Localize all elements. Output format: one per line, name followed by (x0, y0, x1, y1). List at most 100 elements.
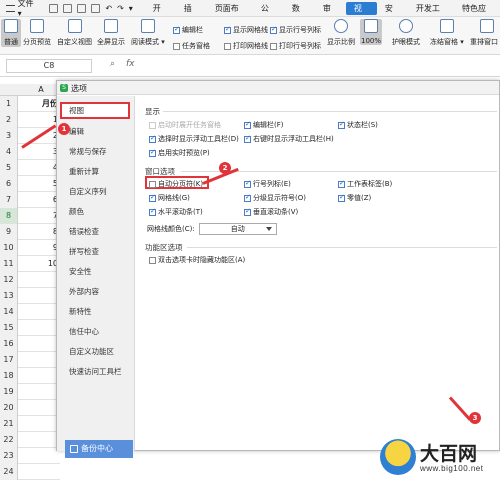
undo-icon[interactable]: ↶ (105, 4, 112, 13)
fullscreen-button[interactable]: 全屏显示 (97, 19, 125, 47)
row-number[interactable]: 20 (0, 400, 18, 416)
table-row[interactable]: 11 10 (0, 256, 60, 272)
custom-view-button[interactable]: 自定义视图 (57, 19, 92, 47)
category-color[interactable]: 颜色 (69, 206, 84, 217)
cell-a[interactable]: 10 (22, 256, 58, 272)
option-auto-page-break[interactable]: 自动分页符(K) (149, 179, 203, 189)
zoom-100-button[interactable]: 100% (360, 19, 382, 45)
tab-features[interactable]: 特色应用 (454, 0, 500, 30)
row-number[interactable]: 5 (0, 160, 18, 176)
option-selection-floating-toolbar[interactable]: 选择时显示浮动工具栏(D) (149, 134, 239, 144)
row-number[interactable]: 11 (0, 256, 18, 272)
print-headers-check[interactable]: 打印行号列标 (270, 41, 321, 51)
option-outline-symbols[interactable]: 分级显示符号(O) (244, 193, 306, 203)
backup-center-button[interactable]: 备份中心 (65, 440, 133, 458)
table-row[interactable]: 20 (0, 400, 60, 416)
category-spell-check[interactable]: 拼写检查 (69, 246, 99, 257)
row-number[interactable]: 23 (0, 448, 18, 464)
option-horizontal-scrollbar[interactable]: 水平滚动条(T) (149, 207, 203, 217)
formula-bar-check[interactable]: 编辑栏 (173, 25, 203, 35)
task-pane-check[interactable]: 任务窗格 (173, 41, 210, 51)
table-row[interactable]: 1 月份 (0, 96, 60, 112)
table-row[interactable]: 23 (0, 448, 60, 464)
preview-icon[interactable] (91, 3, 101, 13)
cell-a[interactable]: 月份 (22, 96, 58, 112)
tab-formulas[interactable]: 公式 (253, 0, 284, 30)
row-number[interactable]: 14 (0, 304, 18, 320)
category-new-features[interactable]: 新特性 (69, 306, 92, 317)
row-number[interactable]: 8 (0, 208, 18, 224)
table-row[interactable]: 15 (0, 320, 60, 336)
print-icon[interactable] (77, 3, 87, 13)
tab-review[interactable]: 审阅 (315, 0, 346, 30)
row-number[interactable]: 12 (0, 272, 18, 288)
cell-a[interactable]: 3 (22, 144, 58, 160)
option-hide-ribbon-double-click[interactable]: 双击选项卡时隐藏功能区(A) (149, 255, 245, 265)
table-row[interactable]: 19 (0, 384, 60, 400)
category-custom-lists[interactable]: 自定义序列 (69, 186, 107, 197)
table-row[interactable]: 18 (0, 368, 60, 384)
row-number[interactable]: 4 (0, 144, 18, 160)
tab-view[interactable]: 视图 (345, 1, 377, 26)
table-row[interactable]: 109 (0, 240, 60, 256)
redo-icon[interactable]: ↷ (117, 4, 124, 13)
gridline-color-select[interactable]: 自动 (198, 223, 277, 235)
eye-protection-button[interactable]: 护眼模式 (392, 19, 420, 47)
cell-a[interactable]: 7 (22, 208, 58, 224)
category-security[interactable]: 安全性 (69, 266, 92, 277)
tab-developer[interactable]: 开发工具 (408, 0, 454, 30)
table-row[interactable]: 43 (0, 144, 60, 160)
cell-a[interactable]: 8 (22, 224, 58, 240)
print-gridlines-check[interactable]: 打印网格线 (224, 41, 268, 51)
tab-insert[interactable]: 插入 (176, 0, 207, 30)
table-row[interactable]: 98 (0, 224, 60, 240)
table-row[interactable]: 54 (0, 160, 60, 176)
row-number[interactable]: 9 (0, 224, 18, 240)
table-row[interactable]: 14 (0, 304, 60, 320)
tab-data[interactable]: 数据 (284, 0, 315, 30)
table-row[interactable]: 12 (0, 272, 60, 288)
table-row[interactable]: 21 (0, 416, 60, 432)
table-row[interactable]: 24 (0, 464, 60, 480)
table-row[interactable]: 16 (0, 336, 60, 352)
row-number[interactable]: 17 (0, 352, 18, 368)
option-row-col-headers[interactable]: 行号列标(E) (244, 179, 291, 189)
category-recalculate[interactable]: 重新计算 (69, 166, 99, 177)
more-icon[interactable]: ▾ (129, 4, 133, 13)
row-number[interactable]: 2 (0, 112, 18, 128)
option-vertical-scrollbar[interactable]: 垂直滚动条(V) (244, 207, 298, 217)
category-error-checking[interactable]: 错误检查 (69, 226, 99, 237)
table-row[interactable]: 17 (0, 352, 60, 368)
page-break-preview-button[interactable]: 分页预览 (23, 19, 51, 47)
file-menu[interactable]: 文件 ▾ (0, 0, 45, 18)
option-zero-values[interactable]: 零值(Z) (338, 193, 371, 203)
category-edit[interactable]: 编辑 (69, 126, 84, 137)
row-number[interactable]: 22 (0, 432, 18, 448)
option-live-preview[interactable]: 启用实时预览(P) (149, 148, 210, 158)
fx-icon[interactable]: fx (126, 59, 135, 69)
table-row[interactable]: 22 (0, 432, 60, 448)
row-number[interactable]: 10 (0, 240, 18, 256)
row-number[interactable]: 6 (0, 176, 18, 192)
show-headers-check[interactable]: 显示行号列标 (270, 25, 321, 35)
search-icon[interactable]: ⌕ (110, 59, 115, 69)
table-row[interactable]: 76 (0, 192, 60, 208)
cell-a[interactable]: 4 (22, 160, 58, 176)
category-quick-access-toolbar[interactable]: 快速访问工具栏 (69, 366, 122, 377)
category-external-content[interactable]: 外部内容 (69, 286, 99, 297)
tab-page-layout[interactable]: 页面布局 (207, 0, 253, 30)
option-status-bar[interactable]: 状态栏(S) (338, 120, 378, 130)
row-number[interactable]: 1 (0, 96, 18, 112)
open-icon[interactable] (49, 3, 59, 13)
option-expand-task-pane[interactable]: 启动时展开任务窗格 (149, 120, 221, 130)
table-row[interactable]: 13 (0, 288, 60, 304)
save-icon[interactable] (63, 3, 73, 13)
option-sheet-tabs[interactable]: 工作表标签(B) (338, 179, 392, 189)
category-general-save[interactable]: 常规与保存 (69, 146, 107, 157)
category-trust-center[interactable]: 信任中心 (69, 326, 99, 337)
row-number[interactable]: 7 (0, 192, 18, 208)
option-gridlines[interactable]: 网格线(G) (149, 193, 190, 203)
tab-home[interactable]: 开始 (145, 0, 176, 30)
row-number[interactable]: 24 (0, 464, 18, 480)
category-view[interactable]: 视图 (60, 102, 130, 119)
